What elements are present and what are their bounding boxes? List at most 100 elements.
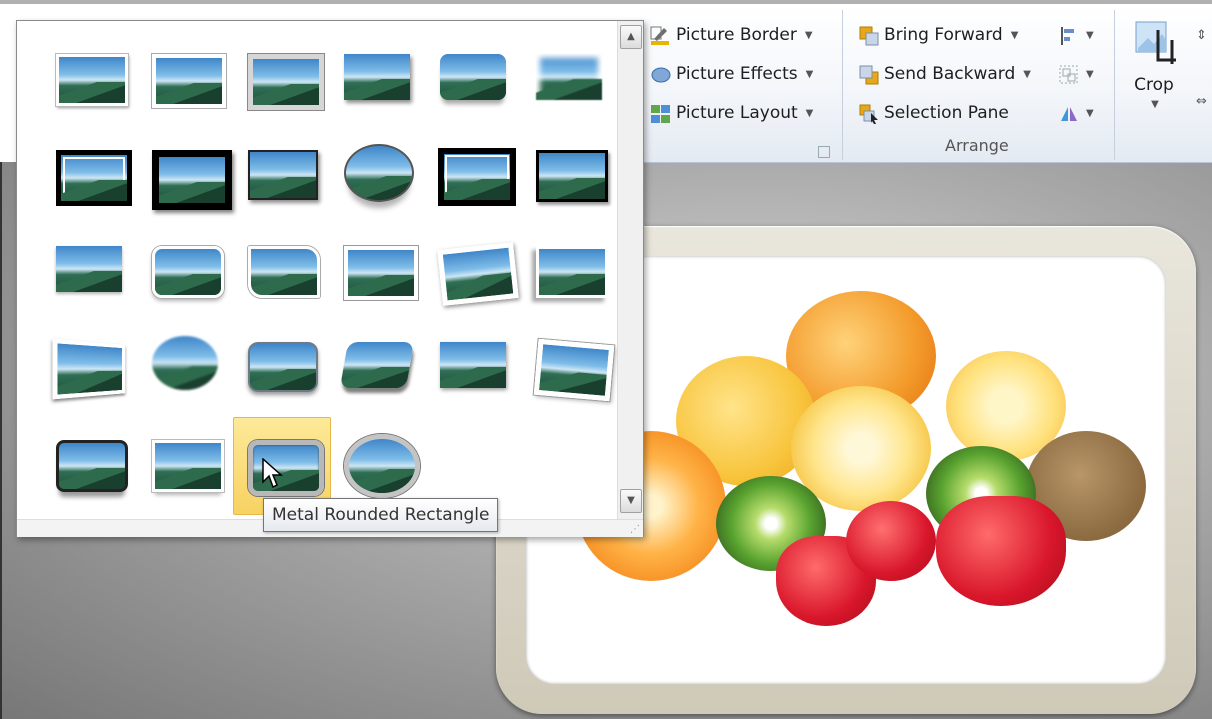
picture-style-option[interactable] — [137, 31, 235, 129]
align-button[interactable]: ▼ — [1058, 20, 1094, 50]
picture-style-option[interactable] — [329, 223, 427, 321]
picture-style-option[interactable] — [233, 127, 331, 225]
picture-style-option[interactable] — [521, 31, 619, 129]
caret-icon: ▼ — [1086, 107, 1094, 119]
style-thumbnail — [52, 338, 126, 400]
send-backward-label: Send Backward — [884, 64, 1016, 84]
group-divider — [842, 10, 843, 160]
picture-style-option[interactable] — [137, 127, 235, 225]
style-thumbnail — [152, 440, 224, 492]
bring-forward-label: Bring Forward — [884, 25, 1003, 45]
bring-forward-icon — [858, 25, 879, 46]
selection-pane-button[interactable]: Selection Pane — [858, 98, 1009, 128]
style-thumbnail — [152, 54, 226, 108]
resize-grip-icon[interactable]: ⋰ — [630, 524, 640, 535]
style-thumbnail — [152, 336, 218, 390]
style-thumbnail — [339, 342, 415, 388]
crop-label: Crop — [1134, 75, 1174, 95]
send-backward-button[interactable]: Send Backward ▼ — [858, 59, 1031, 89]
caret-icon: ▼ — [1086, 29, 1094, 41]
pencil-border-icon — [650, 25, 670, 45]
caret-icon: ▼ — [805, 68, 814, 80]
picture-style-option[interactable] — [329, 127, 427, 225]
rotate-button[interactable]: ▼ — [1058, 98, 1094, 128]
picture-style-option[interactable] — [41, 417, 139, 515]
style-thumbnail — [248, 54, 324, 110]
scroll-down-icon[interactable]: ▼ — [620, 489, 642, 513]
picture-effects-label: Picture Effects — [676, 64, 798, 84]
style-thumbnail — [344, 246, 418, 300]
width-icon: ⇔ — [1196, 93, 1207, 109]
picture-style-option[interactable] — [41, 319, 139, 417]
rotate-icon — [1058, 103, 1078, 123]
align-icon — [1058, 25, 1078, 45]
picture-style-option[interactable] — [521, 223, 619, 321]
picture-style-option[interactable] — [137, 319, 235, 417]
style-thumbnail — [344, 434, 420, 498]
selection-pane-icon — [858, 103, 878, 124]
style-thumbnail — [248, 440, 324, 496]
picture-style-option[interactable] — [233, 223, 331, 321]
picture-style-option[interactable] — [425, 319, 523, 417]
style-thumbnail — [344, 144, 414, 202]
style-thumbnail — [536, 54, 602, 100]
caret-icon: ▼ — [1151, 99, 1159, 110]
style-thumbnail — [56, 54, 128, 106]
send-backward-icon — [858, 64, 879, 85]
style-thumbnail — [56, 440, 128, 492]
crop-button[interactable]: Crop ▼ — [1132, 20, 1176, 110]
styles-grid — [17, 21, 617, 521]
picture-style-option[interactable] — [329, 31, 427, 129]
style-thumbnail — [248, 150, 318, 200]
caret-icon: ▼ — [805, 107, 814, 119]
picture-style-option[interactable] — [41, 223, 139, 321]
mouse-cursor-icon — [262, 458, 283, 489]
style-thumbnail — [56, 150, 132, 206]
picture-style-option[interactable] — [233, 31, 331, 129]
arrange-group-label: Arrange — [945, 136, 1009, 155]
picture-effects-icon — [650, 64, 671, 84]
picture-layout-icon — [650, 103, 670, 123]
scroll-up-icon[interactable]: ▲ — [620, 25, 642, 49]
ribbon-format-tab: Picture Border ▼ Picture Effects ▼ Picture… — [640, 6, 1212, 163]
picture-layout-label: Picture Layout — [676, 103, 798, 123]
picture-style-option[interactable] — [233, 319, 331, 417]
style-thumbnail — [56, 246, 122, 292]
style-thumbnail — [248, 342, 318, 392]
style-thumbnail — [152, 246, 224, 298]
picture-style-option[interactable] — [41, 127, 139, 225]
picture-style-option[interactable] — [41, 31, 139, 129]
style-tooltip: Metal Rounded Rectangle — [263, 498, 499, 532]
picture-layout-button[interactable]: Picture Layout ▼ — [650, 98, 813, 128]
picture-style-option[interactable] — [521, 319, 619, 417]
style-thumbnail — [437, 242, 519, 306]
picture-border-button[interactable]: Picture Border ▼ — [650, 20, 813, 50]
height-icon: ⇕ — [1196, 27, 1207, 43]
picture-effects-button[interactable]: Picture Effects ▼ — [650, 59, 813, 89]
crop-icon — [1132, 20, 1176, 71]
picture-style-option[interactable] — [425, 31, 523, 129]
picture-style-option[interactable] — [137, 223, 235, 321]
group-icon — [1058, 64, 1078, 84]
dialog-launcher-icon[interactable] — [818, 146, 830, 158]
picture-style-option[interactable] — [137, 417, 235, 515]
bring-forward-button[interactable]: Bring Forward ▼ — [858, 20, 1018, 50]
caret-icon: ▼ — [1010, 29, 1019, 41]
gallery-scrollbar[interactable]: ▲ ▼ — [617, 21, 643, 519]
picture-style-option[interactable] — [425, 127, 523, 225]
picture-style-option[interactable] — [329, 319, 427, 417]
style-thumbnail — [533, 338, 615, 402]
picture-style-option[interactable] — [521, 127, 619, 225]
caret-icon: ▼ — [804, 29, 813, 41]
group-divider — [1114, 10, 1115, 160]
picture-styles-gallery: ▲ ▼ ⋰ — [16, 20, 644, 537]
picture-style-option[interactable] — [425, 223, 523, 321]
window-top-border — [0, 0, 1212, 4]
style-thumbnail — [440, 342, 506, 388]
caret-icon: ▼ — [1023, 68, 1031, 80]
group-button: ▼ — [1058, 59, 1094, 89]
style-thumbnail — [536, 150, 608, 202]
style-thumbnail — [152, 150, 232, 210]
style-thumbnail — [344, 54, 410, 100]
style-thumbnail — [248, 246, 320, 298]
